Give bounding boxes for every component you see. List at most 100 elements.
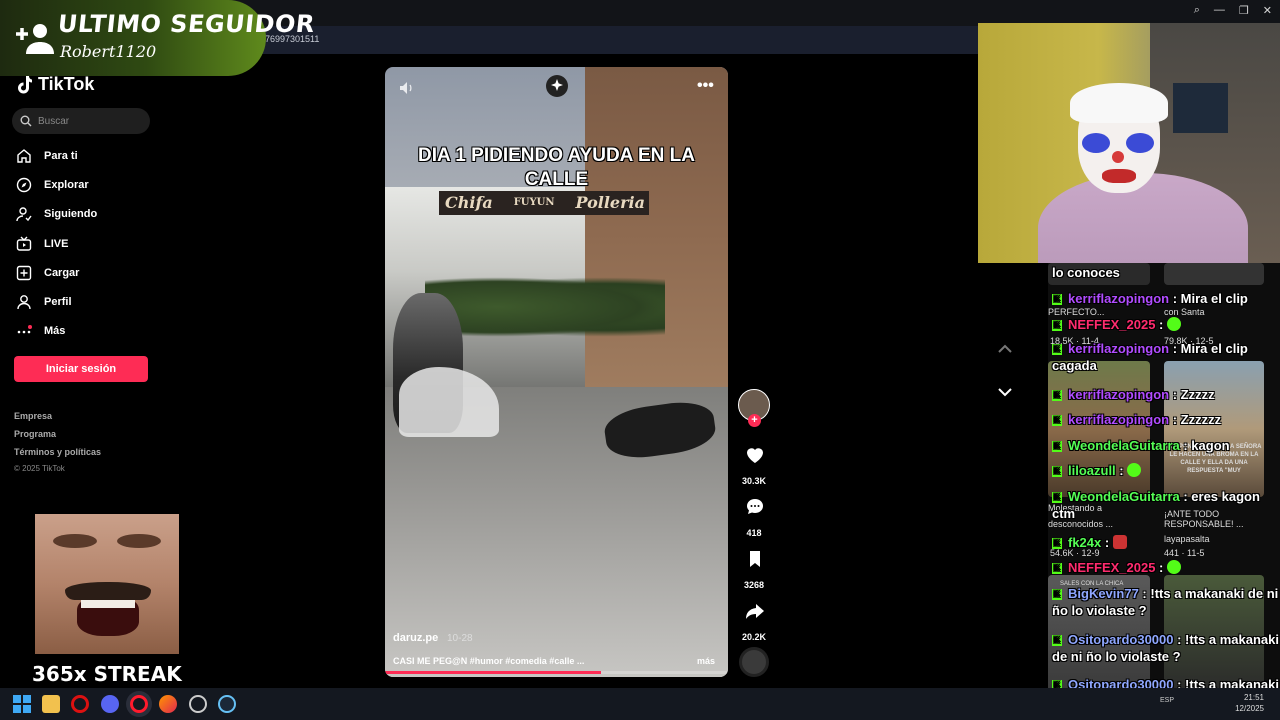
video-author[interactable]: daruz.pe	[393, 632, 438, 644]
chat-message: lo conoces	[1052, 264, 1280, 281]
chat-message: KOsitopardo30000 : !tts a makanaki de ni…	[1052, 631, 1280, 665]
chat-text: lo conoces	[1052, 265, 1120, 280]
steam-icon[interactable]	[218, 695, 236, 713]
video-options-icon[interactable]: •••	[697, 77, 714, 95]
chat-message: K NEFFEX_2025 :	[1052, 559, 1280, 576]
chat-text: :	[1155, 560, 1167, 575]
mute-icon[interactable]	[399, 81, 415, 95]
search-placeholder: Buscar	[38, 116, 70, 127]
nav-explore[interactable]: Explorar	[16, 175, 89, 195]
home-icon	[17, 149, 31, 163]
kick-badge-icon: K	[1052, 294, 1062, 305]
restore-icon[interactable]: ❐	[1239, 4, 1249, 17]
upload-icon	[16, 265, 32, 281]
nav-for-you[interactable]: Para ti	[16, 146, 78, 166]
nav-upload[interactable]: Cargar	[16, 263, 79, 283]
emote-icon	[1167, 317, 1181, 331]
kick-badge-icon: K	[1052, 344, 1062, 355]
chat-message: Kliloazull :	[1052, 462, 1280, 479]
clock-time: 21:51	[1243, 693, 1264, 702]
description-more-link[interactable]: más	[697, 656, 715, 666]
video-description: CASI ME PEG@N #humor #comedia #calle ...	[393, 656, 585, 666]
nav-label: Perfil	[44, 296, 72, 308]
chat-text: :	[1115, 463, 1128, 478]
video-scene-brick-building	[585, 67, 728, 397]
kick-badge-icon: K	[1052, 589, 1062, 600]
chat-message: K NEFFEX_2025 :	[1052, 316, 1280, 333]
search-icon	[20, 115, 32, 127]
chat-username: WeondelaGuitarra	[1068, 438, 1180, 453]
nav-label: Siguiendo	[44, 208, 98, 220]
nav-label: Más	[44, 325, 66, 337]
follower-username: Robert1120	[60, 42, 157, 61]
opera-gx-icon[interactable]	[71, 695, 89, 713]
nav-more[interactable]: Más	[16, 321, 65, 341]
chat-text: : Zzzzzz	[1169, 412, 1222, 427]
keyboard-language[interactable]: ESP	[1160, 697, 1174, 704]
opera-icon[interactable]	[130, 695, 148, 713]
emote-icon	[1127, 463, 1142, 477]
ai-sparkle-icon[interactable]	[546, 75, 568, 97]
share-count: 20.2K	[741, 632, 767, 642]
tiktok-logo-icon	[18, 75, 32, 93]
chat-username: fk24x	[1068, 535, 1102, 550]
footer-link-program[interactable]: Programa	[14, 429, 56, 439]
chevron-up-icon[interactable]	[997, 343, 1013, 355]
chat-username: kerriflazopingon	[1068, 291, 1170, 306]
kick-badge-icon: K	[1052, 390, 1062, 401]
video-scene-sign-text: Chifa FUYUN Polleria	[445, 193, 645, 212]
follower-alert-title: ULTIMO SEGUIDOR	[56, 10, 317, 38]
video-progress-fill	[385, 671, 602, 674]
live-icon	[16, 236, 32, 251]
laughing-meme-image	[35, 514, 179, 654]
like-count: 30.3K	[741, 476, 767, 486]
video-caption: DIA 1 PIDIENDO AYUDA EN LA CALLE	[418, 145, 695, 190]
emote-icon	[1167, 560, 1181, 574]
follow-plus-icon[interactable]: +	[748, 414, 761, 427]
windows-start-icon[interactable]	[13, 695, 31, 713]
close-icon[interactable]: ✕	[1263, 4, 1272, 17]
comment-icon[interactable]	[745, 497, 765, 517]
chat-message: Kkerriflazopingon : Zzzzzz	[1052, 411, 1280, 428]
nav-following[interactable]: Siguiendo	[16, 204, 97, 224]
brand-name: TikTok	[38, 74, 95, 94]
streak-counter: 365x STREAK	[32, 662, 182, 686]
kick-badge-icon: K	[1052, 538, 1062, 549]
following-icon	[16, 207, 32, 222]
chat-message: Kfk24x :	[1052, 534, 1280, 551]
chevron-down-icon[interactable]	[997, 386, 1013, 398]
sign-left: Chifa	[445, 193, 493, 212]
video-player[interactable]: Chifa FUYUN Polleria DIA 1 PIDIENDO AYUD…	[385, 67, 728, 677]
chat-text: : kagon	[1179, 438, 1230, 453]
tiktok-logo[interactable]: TikTok	[16, 74, 94, 95]
firefox-icon[interactable]	[159, 695, 177, 713]
search-icon[interactable]: ⌕	[1194, 4, 1200, 17]
chat-message: K WeondelaGuitarra : kagon	[1052, 437, 1280, 454]
nav-profile[interactable]: Perfil	[16, 292, 72, 312]
kick-badge-icon: K	[1052, 441, 1062, 452]
music-disc-icon[interactable]	[739, 647, 769, 677]
login-button[interactable]: Iniciar sesión	[14, 356, 148, 382]
file-explorer-icon[interactable]	[42, 695, 60, 713]
taskbar-clock[interactable]: 21:51 12/2025	[1235, 692, 1264, 714]
discord-icon[interactable]	[101, 695, 119, 713]
chat-username: Ositopardo30000	[1068, 632, 1174, 647]
kick-badge-icon: K	[1052, 320, 1062, 331]
comment-count: 418	[746, 528, 762, 538]
heart-icon[interactable]	[745, 445, 765, 465]
bookmark-icon[interactable]	[745, 549, 765, 569]
kick-badge-icon: K	[1052, 635, 1062, 646]
footer-link-terms[interactable]: Términos y políticas	[14, 447, 101, 457]
nav-label: Para ti	[44, 150, 78, 162]
footer-link-company[interactable]: Empresa	[14, 411, 52, 421]
chat-username: kerriflazopingon	[1068, 387, 1170, 402]
minimize-icon[interactable]: —	[1214, 4, 1225, 17]
obs-icon[interactable]	[189, 695, 207, 713]
search-input[interactable]	[12, 108, 150, 134]
share-icon[interactable]	[745, 601, 765, 621]
kick-badge-icon: K	[1052, 415, 1062, 426]
nav-live[interactable]: LIVE	[16, 234, 68, 254]
window-controls: ⌕ — ❐ ✕	[1194, 4, 1272, 17]
copyright: © 2025 TikTok	[14, 464, 65, 473]
nav-label: Explorar	[44, 179, 89, 191]
